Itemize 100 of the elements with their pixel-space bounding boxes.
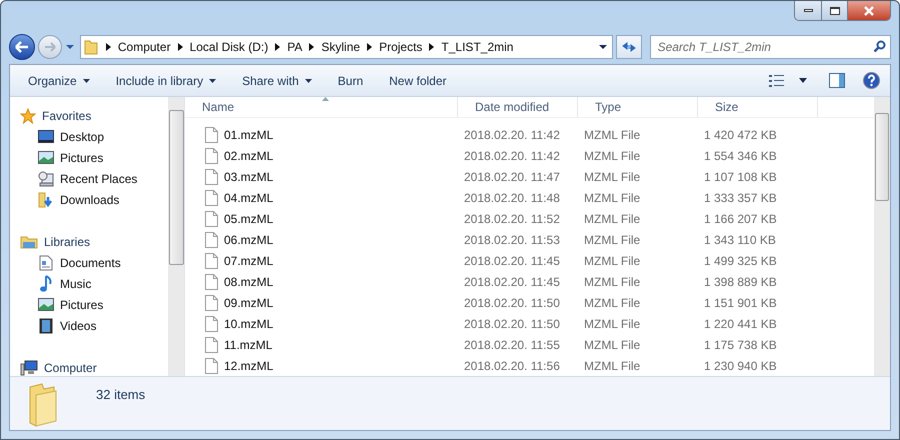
breadcrumb[interactable]: Skyline (314, 38, 368, 56)
file-icon (205, 252, 218, 268)
chevron-icon[interactable] (178, 43, 183, 51)
file-type: MZML File (584, 128, 640, 142)
back-button[interactable] (9, 34, 35, 60)
help-icon[interactable] (863, 72, 880, 89)
column-header[interactable]: Size (715, 98, 738, 116)
file-icon (205, 294, 218, 310)
file-date: 2018.02.20. 11:42 (464, 128, 560, 142)
breadcrumb[interactable]: Projects (372, 38, 430, 56)
nav-item[interactable]: Downloads (60, 190, 120, 208)
nav-group-header[interactable]: Libraries (44, 232, 90, 250)
scrollbar[interactable] (168, 97, 185, 376)
file-icon (205, 210, 218, 226)
preview-pane-icon[interactable] (829, 73, 845, 88)
nav-item[interactable]: Music (60, 274, 92, 292)
file-size: 1 175 738 KB (704, 338, 777, 352)
back-arrow-icon (14, 41, 29, 53)
nav-item[interactable]: Pictures (60, 148, 104, 166)
file-size: 1 151 901 KB (704, 296, 777, 310)
file-name[interactable]: 05.mzML (224, 210, 274, 228)
chevron-icon[interactable] (367, 43, 372, 51)
file-icon (205, 358, 218, 374)
file-name[interactable]: 08.mzML (224, 272, 274, 290)
nav-item[interactable]: Desktop (60, 128, 104, 146)
file-name[interactable]: 01.mzML (224, 126, 274, 144)
file-type: MZML File (584, 148, 640, 162)
refresh-button[interactable] (616, 35, 642, 59)
chevron-icon[interactable] (429, 43, 434, 51)
file-date: 2018.02.20. 11:50 (464, 296, 560, 310)
file-icon (205, 126, 218, 142)
file-name[interactable]: 10.mzML (224, 314, 274, 332)
file-icon (205, 168, 218, 184)
nav-item[interactable]: Documents (60, 254, 121, 272)
column-header[interactable]: Date modified (475, 98, 550, 116)
toolbar-button[interactable]: Burn (330, 68, 372, 92)
column-header[interactable]: Type (595, 98, 622, 116)
toolbar-button[interactable]: Share with (234, 68, 320, 92)
nav-item[interactable]: Videos (60, 316, 96, 334)
landscape-icon (38, 298, 54, 311)
file-name[interactable]: 06.mzML (224, 230, 274, 248)
scrollbar[interactable] (874, 97, 890, 376)
file-name[interactable]: 07.mzML (224, 252, 274, 270)
chevron-icon[interactable] (309, 43, 314, 51)
view-list-icon[interactable] (769, 74, 785, 88)
file-type: MZML File (584, 212, 640, 226)
dropdown-arrow-icon[interactable] (598, 44, 608, 50)
nav-group-header[interactable]: Computer (44, 358, 97, 376)
file-name[interactable]: 04.mzML (224, 188, 274, 206)
file-icon (205, 336, 218, 352)
file-size: 1 166 207 KB (704, 212, 777, 226)
file-name[interactable]: 12.mzML (224, 356, 274, 374)
file-type: MZML File (584, 296, 640, 310)
file-size: 1 220 441 KB (704, 316, 777, 330)
file-icon (205, 232, 218, 248)
file-size: 1 107 108 KB (704, 170, 777, 184)
file-size: 1 343 110 KB (704, 232, 776, 246)
caret-icon (209, 78, 216, 82)
file-date: 2018.02.20. 11:47 (464, 170, 560, 184)
file-name[interactable]: 11.mzML (224, 336, 272, 354)
document-icon (39, 254, 53, 270)
chevron-icon[interactable] (275, 43, 280, 51)
minimize-button[interactable] (795, 1, 821, 20)
toolbar-button[interactable]: Include in library (108, 68, 224, 92)
folder-icon (20, 234, 38, 248)
breadcrumb[interactable]: Computer (110, 38, 178, 56)
file-name[interactable]: 03.mzML (224, 168, 274, 186)
file-size: 1 398 889 KB (704, 274, 777, 288)
nav-item[interactable]: Pictures (60, 296, 104, 314)
file-date: 2018.02.20. 11:45 (464, 274, 560, 288)
file-date: 2018.02.20. 11:45 (464, 254, 560, 268)
nav-group-header[interactable]: Favorites (42, 106, 92, 124)
file-name[interactable]: 09.mzML (224, 294, 274, 312)
breadcrumb[interactable]: Local Disk (D:) (182, 38, 276, 56)
file-size: 1 554 346 KB (704, 148, 777, 162)
column-header[interactable]: Name (202, 98, 234, 116)
file-type: MZML File (584, 190, 640, 204)
star-icon (20, 108, 36, 124)
chevron-icon[interactable] (106, 43, 111, 51)
search-field[interactable]: Search T_LIST_2min (650, 35, 891, 59)
toolbar-button[interactable]: New folder (381, 68, 454, 92)
toolbar-button[interactable]: Organize (20, 68, 98, 92)
file-icon (205, 148, 218, 164)
forward-arrow-icon (44, 42, 56, 52)
maximize-button[interactable] (821, 1, 847, 20)
breadcrumb[interactable]: PA (280, 38, 310, 56)
folder-icon (84, 39, 98, 55)
breadcrumb[interactable]: T_LIST_2min (434, 38, 520, 56)
address-bar[interactable]: Computer Local Disk (D:) PA Skyline Projects T_LIST_2min (80, 35, 613, 59)
file-name[interactable]: 02.mzML (224, 146, 274, 164)
close-button[interactable] (847, 1, 890, 20)
file-date: 2018.02.20. 11:56 (464, 358, 560, 372)
dropdown-arrow-icon[interactable] (799, 78, 807, 83)
file-date: 2018.02.20. 11:55 (464, 338, 560, 352)
file-date: 2018.02.20. 11:48 (464, 190, 560, 204)
film-icon (39, 318, 53, 334)
nav-item[interactable]: Recent Places (60, 170, 138, 188)
file-type: MZML File (584, 274, 640, 288)
search-icon (873, 40, 886, 53)
file-type: MZML File (584, 338, 640, 352)
